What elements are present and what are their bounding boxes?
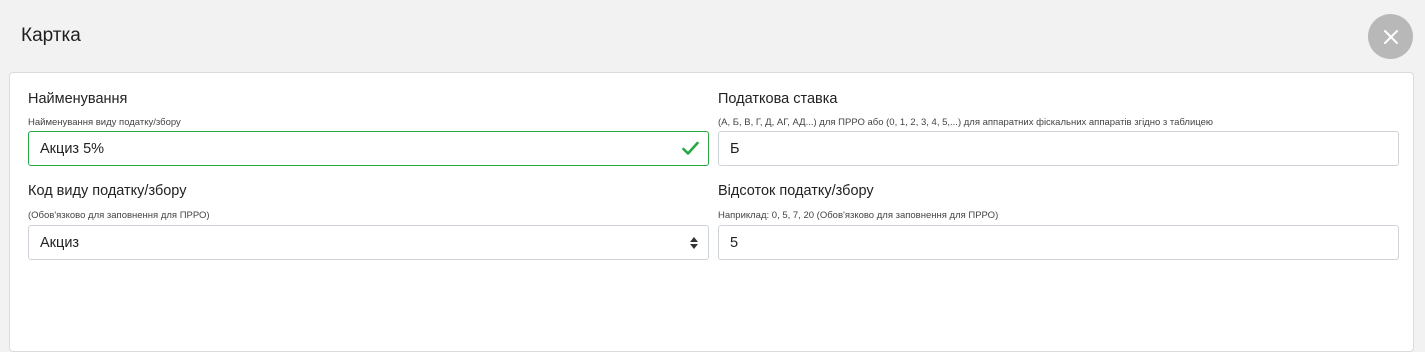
tax-percent-label-wrap: Відсоток податку/збору [718,182,874,200]
close-icon [1383,29,1398,44]
tax-percent-input[interactable] [719,226,1398,259]
name-input[interactable] [29,132,708,165]
tax-type-code-hint: (Обов'язково для заповнення для ПРРО) [28,210,210,221]
page-title: Картка [21,25,81,46]
sort-arrows-icon [690,237,698,249]
tax-rate-input[interactable] [719,132,1398,165]
tax-rate-label: Податкова ставка [718,91,838,107]
tax-percent-input-box [718,225,1399,260]
tax-type-code-label: Код виду податку/збору [28,183,187,199]
tax-rate-input-box [718,131,1399,166]
name-hint: Найменування виду податку/збору [28,117,181,128]
tax-type-code-selected: Акциз [40,235,80,251]
name-input-box [28,131,709,166]
tax-type-code-select[interactable]: Акциз [28,225,709,260]
tax-percent-label: Відсоток податку/збору [718,183,874,199]
close-button[interactable] [1368,14,1413,59]
name-field-label-wrap: Найменування [28,90,127,108]
tax-rate-hint: (А, Б, В, Г, Д, АГ, АД...) для ПРРО або … [718,117,1214,128]
tax-percent-hint: Наприклад: 0, 5, 7, 20 (Обов'язково для … [718,210,999,221]
check-icon [682,141,699,155]
tax-type-code-label-wrap: Код виду податку/збору [28,182,186,200]
name-label: Найменування [28,91,128,107]
tax-rate-label-wrap: Податкова ставка [718,90,837,108]
form-card: Найменування Найменування виду податку/з… [9,72,1414,352]
modal-header: Картка [0,0,1425,72]
